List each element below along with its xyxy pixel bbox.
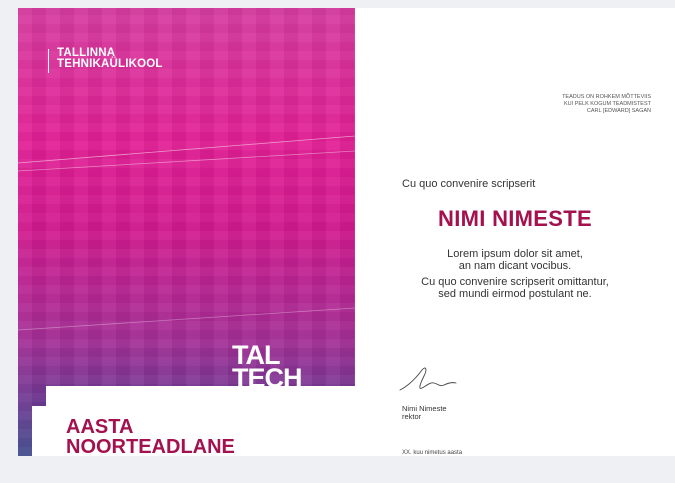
certificate-page: TALLINNA TEHNIKAÜLIKOOL TAL TECH AASTA N… (18, 8, 675, 456)
body-text: Lorem ipsum dolor sit amet, an nam dican… (355, 248, 675, 305)
taltech-logo: TAL TECH (232, 342, 302, 392)
signature-icon (399, 367, 457, 391)
lead-line: Cu quo convenire scripserit (402, 178, 536, 190)
body-paragraph-1: Lorem ipsum dolor sit amet, an nam dican… (447, 248, 583, 272)
award-title: AASTA NOORTEADLANE (66, 417, 235, 456)
logo-divider (48, 49, 49, 73)
body-paragraph-2: Cu quo convenire scripserit omittantur, … (421, 276, 609, 300)
university-logo: TALLINNA TEHNIKAÜLIKOOL (48, 47, 163, 73)
quote-block: TEADUS ON ROHKEM MÕTTEVIIS KUI PELK KOGU… (562, 94, 651, 115)
signer-title: rektor (402, 412, 422, 421)
date-line: XX. kuu nimetus aasta (402, 450, 463, 456)
quote-line1: TEADUS ON ROHKEM MÕTTEVIIS (562, 94, 651, 100)
university-name-line2: TEHNIKAÜLIKOOL (57, 58, 163, 70)
quote-line2: KUI PELK KOGUM TEADMISTEST (564, 101, 651, 107)
quote-author: CARL [EDWARD] SAGAN (586, 108, 651, 114)
award-title-line2: NOORTEADLANE (66, 436, 235, 456)
award-plate-step (32, 406, 52, 456)
recipient-name: NIMI NIMESTE (438, 206, 592, 231)
signer-block: Nimi Nimeste rektor (402, 405, 447, 421)
award-title-line1: AASTA (66, 416, 134, 438)
